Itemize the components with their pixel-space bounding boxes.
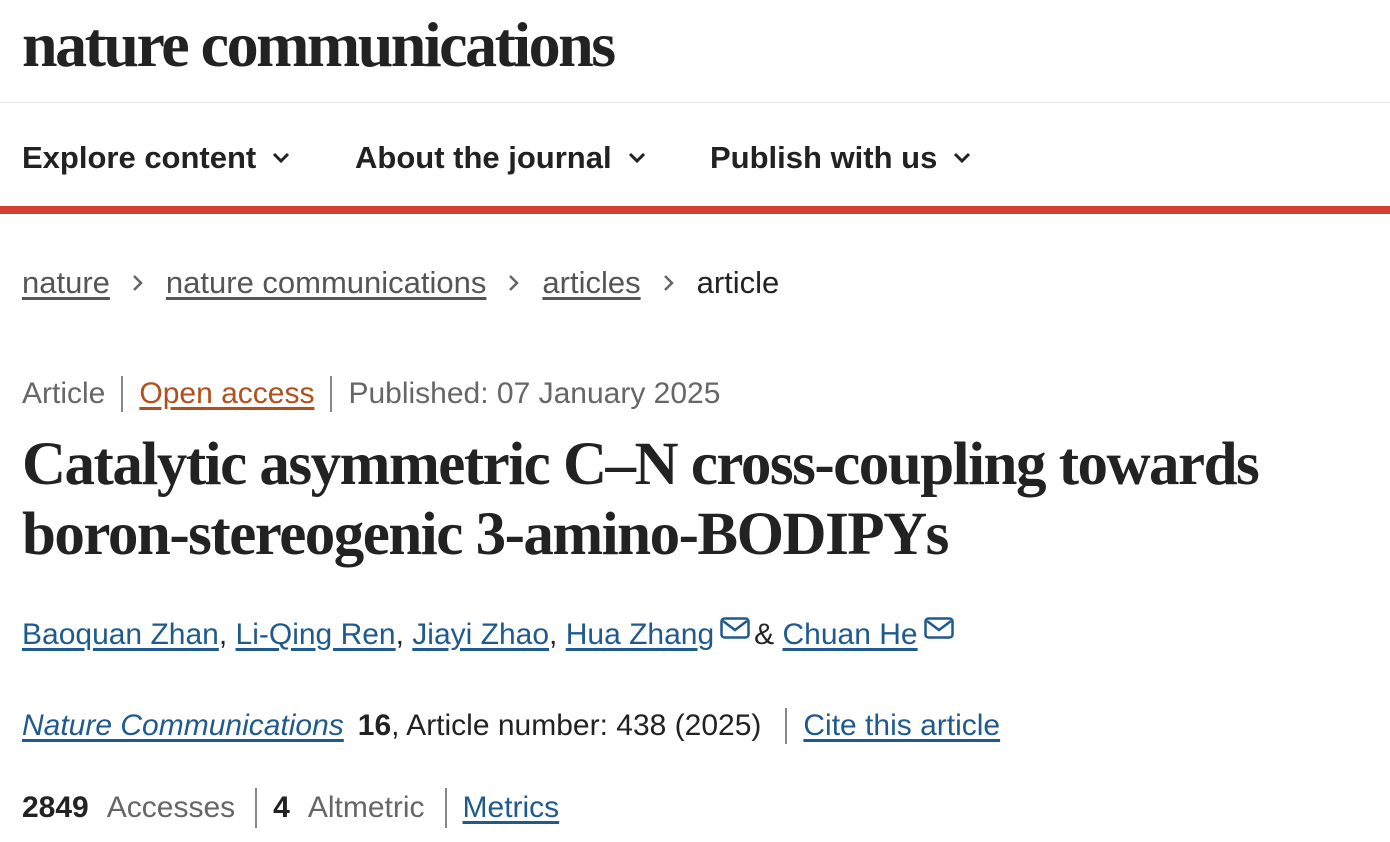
mail-icon[interactable] xyxy=(720,617,750,639)
chevron-down-icon xyxy=(953,152,971,164)
author-separator: , xyxy=(218,618,228,651)
author-separator: , xyxy=(395,618,404,651)
nav-about-journal[interactable]: About the journal xyxy=(355,140,646,176)
nav-item-label: About the journal xyxy=(355,140,612,175)
journal-link[interactable]: Nature Communications xyxy=(22,709,344,743)
nav-item-label: Publish with us xyxy=(710,140,938,175)
article-type: Article xyxy=(22,377,106,410)
citation-line: Nature Communications 16, Article number… xyxy=(22,708,1000,744)
article-number: , Article number: 438 (2025) xyxy=(391,709,762,742)
divider xyxy=(330,376,333,412)
volume-number: 16 xyxy=(357,709,392,742)
author-list: Baoquan Zhan, Li-Qing Ren, Jiayi Zhao, H… xyxy=(22,617,958,652)
accesses-label: Accesses xyxy=(106,791,236,824)
nav-explore-content[interactable]: Explore content xyxy=(22,140,290,176)
author-separator: & xyxy=(754,618,775,651)
accesses-count: 2849 xyxy=(22,791,89,824)
breadcrumb: nature nature communications articles ar… xyxy=(22,265,779,301)
breadcrumb-articles[interactable]: articles xyxy=(542,265,640,301)
author-link[interactable]: Hua Zhang xyxy=(566,618,714,652)
divider xyxy=(121,376,124,412)
divider xyxy=(785,708,788,744)
mail-icon[interactable] xyxy=(923,617,954,639)
nav-item-label: Explore content xyxy=(22,140,257,175)
site-header: nature communications xyxy=(0,0,1390,103)
article-meta: Article Open access Published: 07 Januar… xyxy=(22,376,720,412)
article-title: Catalytic asymmetric C–N cross-coupling … xyxy=(22,431,1260,568)
cite-this-article-link[interactable]: Cite this article xyxy=(803,709,1000,743)
chevron-right-icon xyxy=(508,274,520,292)
author-link[interactable]: Chuan He xyxy=(783,618,918,652)
breadcrumb-nature-communications[interactable]: nature communications xyxy=(166,265,487,301)
divider xyxy=(444,788,447,828)
chevron-right-icon xyxy=(663,274,675,292)
open-access-link[interactable]: Open access xyxy=(139,377,314,411)
altmetric-label: Altmetric xyxy=(307,791,425,824)
main-nav: Explore content About the journal Publis… xyxy=(0,104,1390,214)
published-date: Published: 07 January 2025 xyxy=(348,377,721,410)
chevron-down-icon xyxy=(628,152,646,164)
article-metrics: 2849 Accesses 4 Altmetric Metrics xyxy=(22,788,559,828)
author-link[interactable]: Baoquan Zhan xyxy=(22,618,219,652)
altmetric-count: 4 xyxy=(273,791,290,824)
metrics-link[interactable]: Metrics xyxy=(463,791,560,825)
author-link[interactable]: Jiayi Zhao xyxy=(412,618,549,652)
breadcrumb-nature[interactable]: nature xyxy=(22,265,110,301)
chevron-right-icon xyxy=(132,274,144,292)
author-separator: , xyxy=(549,618,558,651)
divider xyxy=(255,788,258,828)
nav-publish-with-us[interactable]: Publish with us xyxy=(710,140,971,176)
author-link[interactable]: Li-Qing Ren xyxy=(236,618,396,652)
chevron-down-icon xyxy=(272,152,290,164)
site-logo[interactable]: nature communications xyxy=(22,10,616,80)
breadcrumb-current: article xyxy=(696,265,780,300)
